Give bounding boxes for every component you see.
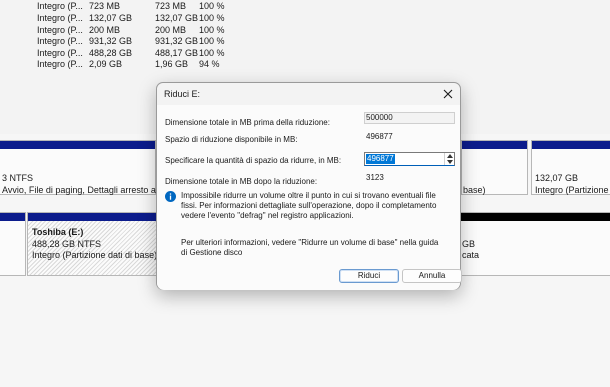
shrink-dialog: Riduci E: Dimensione totale in MB prima … [156,82,462,290]
close-button[interactable] [436,83,460,105]
volume-status: Integro (P... [37,25,83,35]
volume-capacity: 488,28 GB [89,48,133,58]
dialog-title: Riduci E: [164,89,201,99]
volume-status: Integro (P... [37,13,83,23]
chevron-down-icon [447,160,453,164]
volume-status: Integro (P... [37,1,83,11]
volume-status: Integro (P... [37,48,83,58]
volume-capacity: 931,32 GB [89,36,133,46]
shrink-amount-stepper[interactable]: 496877 [364,152,455,166]
partition-bar [532,141,610,149]
partition-status: Integro (Partizione pr [535,185,610,195]
volume-capacity: 200 MB [89,25,121,35]
volume-free-percent: 100 % [199,25,225,35]
stepper-buttons [444,153,454,165]
chevron-up-icon [447,154,453,158]
stepper-down-button[interactable] [445,159,455,165]
help-message: Per ulteriori informazioni, vedere "Ridu… [181,238,439,257]
total-before-label: Dimensione totale in MB prima della ridu… [165,118,330,127]
info-icon [165,191,176,202]
partition-bar [462,141,527,149]
volume-free-space: 1,96 GB [155,59,189,69]
volume-free-space: 200 MB [155,25,187,35]
dialog-content: Dimensione totale in MB prima della ridu… [157,105,462,290]
partition-bar [0,141,155,149]
partition-middle[interactable]: base) [461,140,528,195]
volume-free-percent: 100 % [199,48,225,58]
partition-c[interactable]: 3 NTFS Avvio, File di paging, Dettagli a… [0,140,178,195]
volume-free-space: 488,17 GB [155,48,199,58]
partition-status: cata [462,250,480,260]
volume-free-percent: 100 % [199,1,225,11]
partition-recovery[interactable]: 132,07 GB Integro (Partizione pr [531,140,610,195]
partition-e[interactable]: Toshiba (E:) 488,28 GB NTFS Integro (Par… [27,212,161,276]
partition-bar [28,213,160,221]
volume-free-space: 723 MB [155,1,187,11]
dialog-titlebar[interactable]: Riduci E: [157,83,460,105]
volume-capacity: 132,07 GB [89,13,133,23]
cancel-button[interactable]: Annulla [402,269,462,283]
available-space-field: 496877 [366,132,393,141]
info-message: Impossibile ridurre un volume oltre il p… [181,191,437,220]
volume-capacity: 723 MB [89,1,121,11]
total-after-field: 3123 [366,173,384,182]
total-before-field: 500000 [364,112,455,124]
partition-status: Integro (Partizione dati di base) [32,250,158,260]
volume-free-space: 931,32 GB [155,36,199,46]
disk-label-area [0,212,26,276]
partition-name: Toshiba (E:) [32,227,84,237]
partition-size: GB [462,239,476,249]
volume-free-percent: 100 % [199,13,225,23]
total-after-label: Dimensione totale in MB dopo la riduzion… [165,177,318,186]
volume-free-percent: 94 % [199,59,220,69]
shrink-button[interactable]: Riduci [339,269,399,283]
partition-bar [0,213,25,221]
partition-size: 132,07 GB [535,173,579,183]
volume-capacity: 2,09 GB [89,59,123,69]
shrink-amount-label: Specificare la quantità di spazio da rid… [165,156,342,165]
volume-free-percent: 100 % [199,36,225,46]
available-space-label: Spazio di riduzione disponibile in MB: [165,135,298,144]
partition-status: base) [463,185,486,195]
partition-size: 488,28 GB NTFS [32,239,102,249]
partition-size: 3 NTFS [2,173,34,183]
volume-free-space: 132,07 GB [155,13,199,23]
volume-status: Integro (P... [37,36,83,46]
partition-status: Avvio, File di paging, Dettagli arresto … [2,185,179,195]
volume-status: Integro (P... [37,59,83,69]
close-icon [443,89,453,99]
shrink-amount-input[interactable]: 496877 [366,154,395,164]
